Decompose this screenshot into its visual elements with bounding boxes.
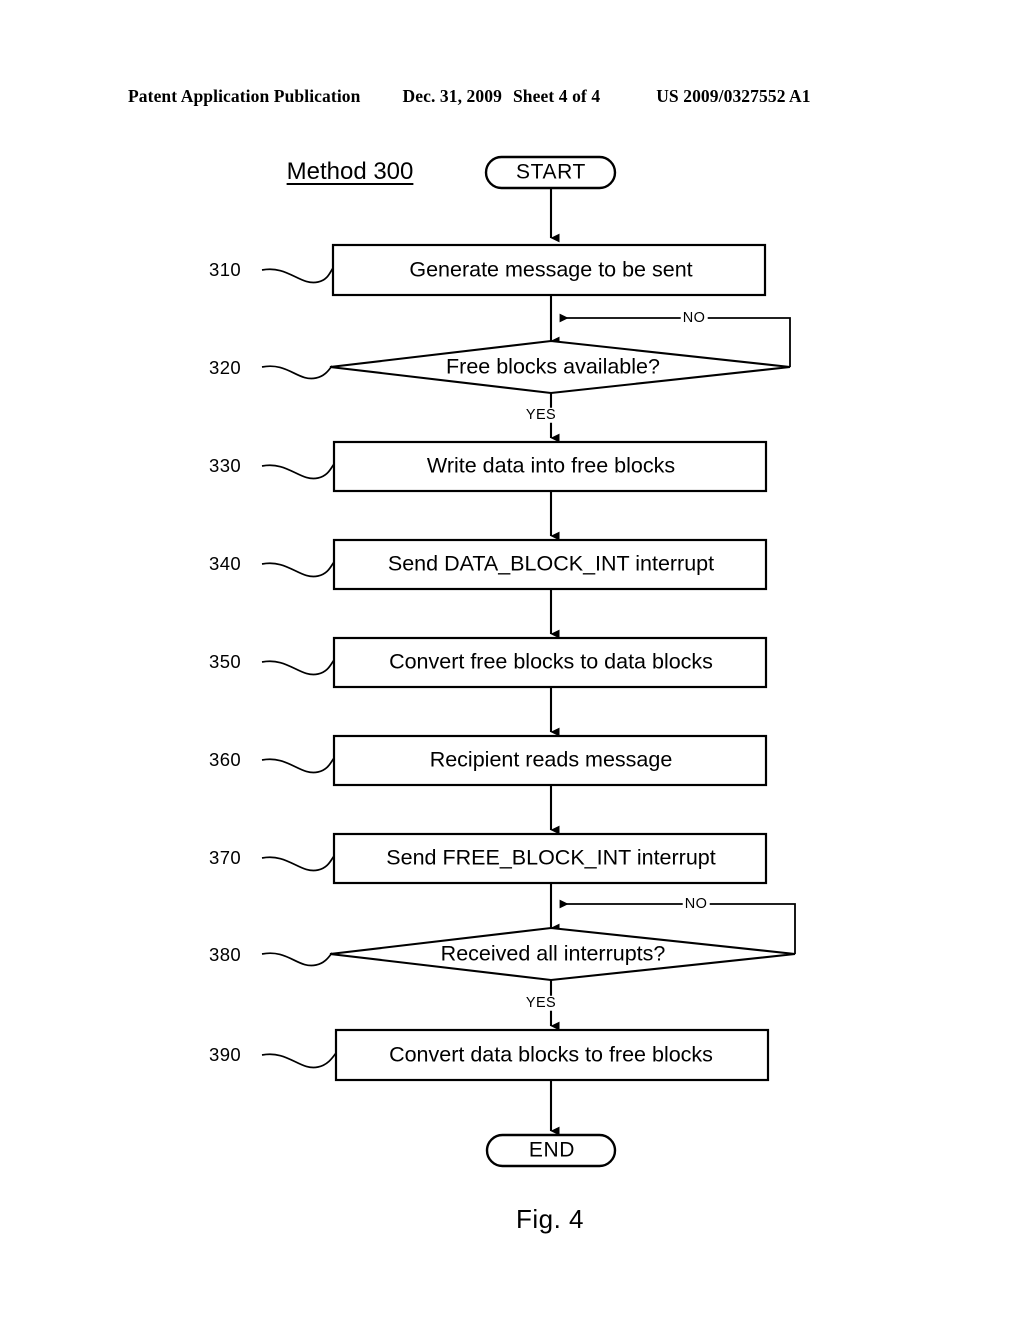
node-310-label: Generate message to be sent <box>409 257 693 282</box>
leader-340 <box>261 561 335 578</box>
ref-num-380: 380 <box>209 943 242 965</box>
ref-num-330: 330 <box>209 454 242 476</box>
node-330-label: Write data into free blocks <box>426 453 676 478</box>
branch-label-yes-2: YES <box>523 994 559 1011</box>
ref-num-360: 360 <box>209 748 242 770</box>
leader-370 <box>261 855 335 872</box>
node-390-label: Convert data blocks to free blocks <box>389 1042 713 1067</box>
branch-label-yes-1: YES <box>523 406 559 423</box>
branch-label-no-1: NO <box>680 309 708 326</box>
leader-360 <box>261 757 335 774</box>
leader-390 <box>261 1052 337 1069</box>
branch-label-no-2: NO <box>682 895 710 912</box>
ref-num-370: 370 <box>209 846 242 868</box>
node-360-label: Recipient reads message <box>429 747 673 772</box>
ref-num-350: 350 <box>209 650 242 672</box>
leader-320 <box>261 365 333 380</box>
leader-350 <box>261 659 335 676</box>
method-title: Method 300 <box>286 158 414 185</box>
ref-num-310: 310 <box>209 258 242 280</box>
node-start-label: START <box>516 160 586 184</box>
patent-figure-page: Patent Application Publication Dec. 31, … <box>0 0 1024 1320</box>
node-370-label: Send FREE_BLOCK_INT interrupt <box>386 845 716 870</box>
node-350-label: Convert free blocks to data blocks <box>389 649 713 674</box>
node-380-label: Received all interrupts? <box>440 941 666 966</box>
leader-330 <box>261 463 335 480</box>
leader-380 <box>261 952 333 967</box>
node-340-label: Send DATA_BLOCK_INT interrupt <box>387 551 715 576</box>
ref-num-390: 390 <box>209 1043 242 1065</box>
node-end-label: END <box>528 1138 576 1162</box>
leader-310 <box>261 267 334 284</box>
figure-caption: Fig. 4 <box>515 1204 585 1234</box>
ref-num-320: 320 <box>209 356 242 378</box>
ref-num-340: 340 <box>209 552 242 574</box>
node-320-label: Free blocks available? <box>446 354 660 379</box>
